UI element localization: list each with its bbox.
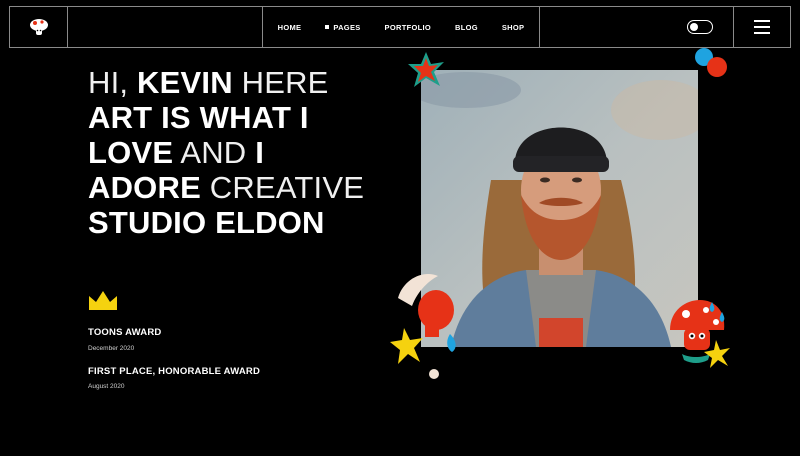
hero-text: STUDIO ELDON: [88, 205, 325, 240]
main-nav: HOME PAGES PORTFOLIO BLOG SHOP: [263, 7, 540, 47]
star-sticker-icon: [408, 52, 444, 87]
hero-line-4: ADORE CREATIVE: [88, 170, 388, 205]
nav-item-pages[interactable]: PAGES: [325, 23, 360, 32]
toggle-knob: [690, 22, 698, 31]
menu-button[interactable]: [734, 7, 790, 47]
hero-line-3: LOVE AND I: [88, 135, 388, 170]
hamburger-menu-icon: [754, 20, 770, 34]
nav-item-label: HOME: [277, 22, 302, 32]
mushroom-sticker-icon: [670, 300, 730, 368]
crown-icon: [89, 291, 117, 310]
hero-text: LOVE: [88, 135, 174, 170]
theme-toggle-icon[interactable]: [687, 20, 713, 34]
award-title: TOONS AWARD: [88, 327, 162, 338]
nav-item-label: SHOP: [501, 22, 525, 32]
hero-text: I: [255, 135, 265, 170]
hero-text: AND: [180, 135, 247, 170]
nav-item-label: PAGES: [333, 22, 361, 32]
header-spacer: [68, 7, 263, 47]
nav-item-blog[interactable]: BLOG: [455, 23, 478, 32]
logo[interactable]: [10, 7, 68, 47]
award-date: December 2020: [88, 345, 135, 352]
hero-text: HI,: [88, 65, 129, 100]
hero-text: ADORE: [88, 170, 201, 205]
award-title: FIRST PLACE, HONORABLE AWARD: [88, 366, 261, 377]
hero-text: HERE: [241, 65, 329, 100]
award-date: August 2020: [88, 383, 125, 390]
site-header: HOME PAGES PORTFOLIO BLOG SHOP: [9, 6, 791, 48]
active-dot-icon: [325, 25, 330, 29]
hero-line-5: STUDIO ELDON: [88, 205, 388, 240]
header-tools: [540, 7, 734, 47]
nav-item-label: PORTFOLIO: [384, 22, 431, 32]
nav-item-label: BLOG: [455, 22, 478, 32]
hero-text: ART IS WHAT I: [88, 100, 309, 135]
hero-heading: HI, KEVIN HERE ART IS WHAT I LOVE AND I …: [88, 65, 388, 240]
hero-text: KEVIN: [137, 65, 233, 100]
hero-line-1: HI, KEVIN HERE: [88, 65, 388, 100]
hero-line-2: ART IS WHAT I: [88, 100, 388, 135]
hero-text: CREATIVE: [209, 170, 365, 205]
nav-item-portfolio[interactable]: PORTFOLIO: [385, 23, 431, 32]
splash-sticker-icon: [390, 274, 456, 379]
red-dot-icon: [707, 57, 727, 77]
mushroom-logo-icon: [29, 19, 48, 35]
nav-item-shop[interactable]: SHOP: [502, 23, 524, 32]
nav-item-home[interactable]: HOME: [278, 23, 302, 32]
